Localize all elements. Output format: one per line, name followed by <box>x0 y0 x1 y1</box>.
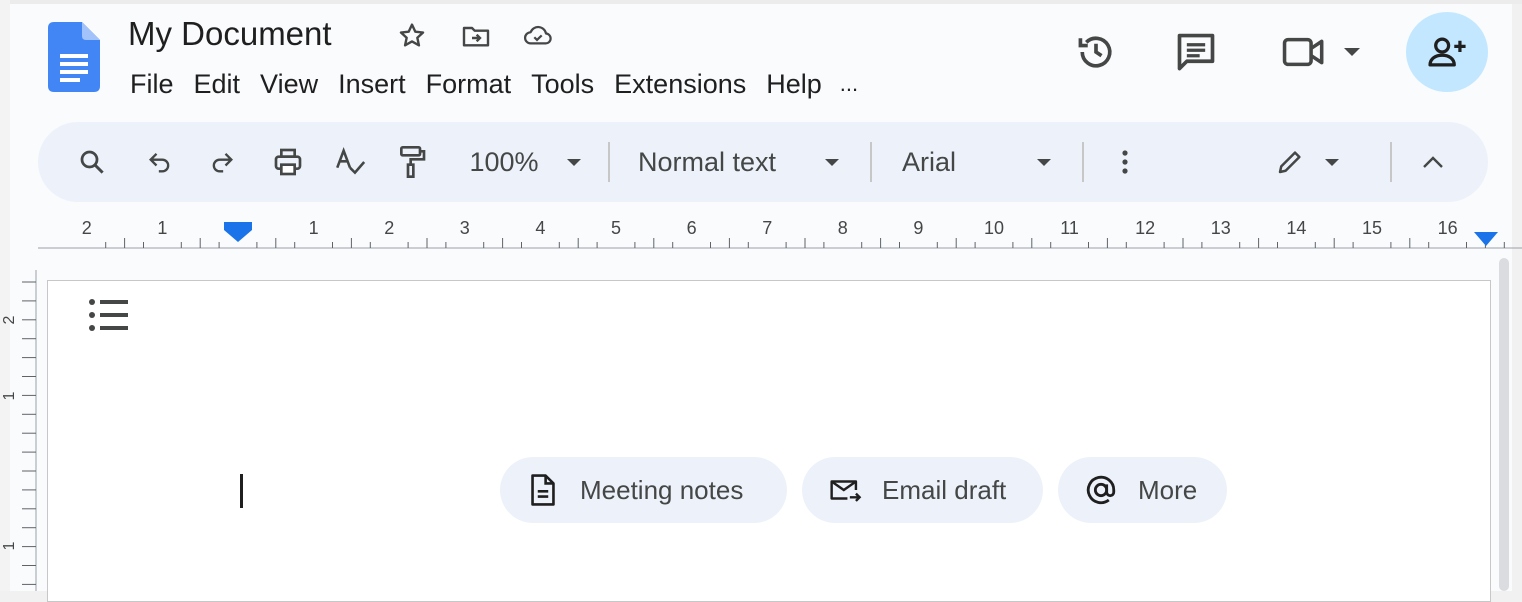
document-page[interactable] <box>47 280 1491 602</box>
version-history-icon[interactable] <box>1072 28 1120 76</box>
ruler-label: 2 <box>384 218 394 238</box>
ruler-label: 1 <box>157 218 167 238</box>
right-indent-marker[interactable] <box>1474 232 1498 246</box>
docs-logo-icon[interactable] <box>48 22 100 92</box>
comments-icon[interactable] <box>1172 28 1220 78</box>
document-outline-icon[interactable] <box>86 296 130 336</box>
search-menus-icon[interactable] <box>74 122 110 202</box>
document-icon <box>526 473 560 507</box>
menu-more[interactable]: ... <box>832 64 866 104</box>
chip-label: Meeting notes <box>580 474 744 505</box>
ruler-label: 13 <box>1211 218 1231 238</box>
ruler-label: 5 <box>611 218 621 238</box>
zoom-select[interactable]: 100% <box>462 122 546 202</box>
horizontal-ruler[interactable]: 2 1 1 2 3 4 5 6 7 8 9 10 11 12 13 14 15 16 <box>38 212 1522 250</box>
add-person-icon <box>1428 37 1466 67</box>
ruler-label: 12 <box>1135 218 1155 238</box>
ruler-label: 1 <box>309 218 319 238</box>
ruler-label: 3 <box>460 218 470 238</box>
paint-format-icon[interactable] <box>394 122 430 202</box>
meet-dropdown-icon[interactable] <box>1340 40 1364 64</box>
ruler-label: 8 <box>838 218 848 238</box>
ruler-label: 1 <box>1 391 18 400</box>
ruler-label: 9 <box>913 218 923 238</box>
print-icon[interactable] <box>268 122 308 202</box>
chip-label: Email draft <box>882 474 1007 505</box>
font-select[interactable]: Arial <box>902 122 1022 202</box>
ruler-label: 11 <box>1060 218 1079 238</box>
toolbar-divider <box>1082 142 1084 182</box>
ruler-label: 14 <box>1286 218 1306 238</box>
toolbar-divider <box>608 142 610 182</box>
toolbar-divider <box>1390 142 1392 182</box>
cloud-saved-icon[interactable] <box>522 20 554 52</box>
ruler-label: 2 <box>1 315 18 324</box>
menu-file[interactable]: File <box>120 64 184 104</box>
more-chip[interactable]: More <box>1058 457 1227 523</box>
ruler-label: 1 <box>1 541 18 550</box>
ruler-label: 16 <box>1438 218 1458 238</box>
menu-edit[interactable]: Edit <box>184 64 251 104</box>
document-title[interactable]: My Document <box>128 14 332 54</box>
more-options-icon[interactable] <box>1110 122 1140 202</box>
at-icon <box>1084 473 1118 507</box>
ruler-label: 15 <box>1362 218 1382 238</box>
spelling-grammar-icon[interactable] <box>332 122 368 202</box>
vertical-ruler[interactable]: 2 1 1 <box>0 270 38 591</box>
first-line-indent-marker[interactable] <box>224 222 252 226</box>
ruler-label: 7 <box>762 218 772 238</box>
email-draft-chip[interactable]: Email draft <box>802 457 1043 523</box>
toolbar: 100% Normal text Arial <box>38 122 1488 202</box>
menu-help[interactable]: Help <box>756 64 832 104</box>
meeting-notes-chip[interactable]: Meeting notes <box>500 457 787 523</box>
menu-extensions[interactable]: Extensions <box>604 64 756 104</box>
menu-view[interactable]: View <box>250 64 328 104</box>
menu-format[interactable]: Format <box>416 64 522 104</box>
scrollbar-thumb[interactable] <box>1499 258 1509 591</box>
font-dropdown-icon[interactable] <box>1032 122 1056 202</box>
zoom-dropdown-icon[interactable] <box>562 122 586 202</box>
toolbar-divider <box>870 142 872 182</box>
menu-bar: File Edit View Insert Format Tools Exten… <box>120 64 866 104</box>
move-to-folder-icon[interactable] <box>460 20 492 52</box>
ruler-label: 4 <box>535 218 545 238</box>
menu-tools[interactable]: Tools <box>521 64 604 104</box>
vertical-scrollbar[interactable] <box>1496 258 1512 591</box>
share-button[interactable] <box>1406 12 1488 92</box>
editing-mode-dropdown-icon[interactable] <box>1320 122 1344 202</box>
ruler-label: 6 <box>687 218 697 238</box>
ruler-label: 10 <box>984 218 1004 238</box>
style-dropdown-icon[interactable] <box>820 122 844 202</box>
hide-menus-chevron-up-icon[interactable] <box>1416 122 1450 202</box>
chip-label: More <box>1138 474 1198 505</box>
email-draft-icon <box>828 473 862 507</box>
left-indent-marker[interactable] <box>224 224 252 242</box>
text-cursor <box>240 474 243 508</box>
meet-video-icon[interactable] <box>1280 30 1328 74</box>
star-icon[interactable] <box>396 20 428 52</box>
ruler-label: 2 <box>82 218 92 238</box>
menu-insert[interactable]: Insert <box>328 64 416 104</box>
undo-icon[interactable] <box>142 122 178 202</box>
editing-mode-pencil-icon[interactable] <box>1272 122 1308 202</box>
redo-icon[interactable] <box>204 122 240 202</box>
paragraph-style-select[interactable]: Normal text <box>638 122 798 202</box>
